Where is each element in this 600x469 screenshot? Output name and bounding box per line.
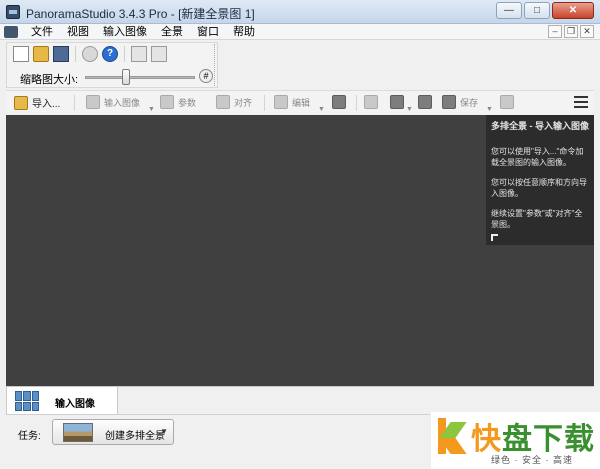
task-label: 任务:	[18, 431, 41, 442]
import-button[interactable]: 导入...	[14, 95, 60, 110]
task-dropdown[interactable]: 创建多排全景 ▼	[52, 419, 174, 445]
close-button[interactable]: ✕	[552, 2, 594, 19]
title-bar: PanoramaStudio 3.4.3 Pro - [新建全景图 1] — □…	[0, 0, 600, 24]
edit-button[interactable]: 编辑	[274, 95, 310, 109]
save-panorama-button[interactable]: 保存	[442, 95, 478, 109]
watermark-logo-icon	[435, 416, 467, 456]
menu-file[interactable]: 文件	[24, 25, 60, 39]
separator	[124, 46, 125, 62]
separator	[356, 95, 357, 111]
collapse-corner-icon[interactable]	[491, 234, 498, 241]
quick-access-toolbar: ? 缩略图大小: #	[6, 42, 218, 88]
doc-restore-button[interactable]: ❐	[564, 25, 578, 38]
open-folder-icon[interactable]	[33, 46, 49, 62]
parameters-button[interactable]: 参数	[160, 95, 196, 109]
input-images-button[interactable]: 输入图像	[86, 95, 140, 109]
toolbar-grip[interactable]	[214, 44, 217, 86]
site-watermark: 快盘下载 绿色 · 安全 · 高速	[430, 412, 600, 469]
panorama-thumbnail-icon	[63, 423, 93, 442]
help-panel: 多排全景 - 导入输入图像 您可以使用"导入..."命令加载全景图的输入图像。 …	[486, 115, 594, 245]
parameters-label: 参数	[178, 97, 197, 108]
import-label: 导入...	[32, 99, 61, 110]
chevron-down-icon[interactable]: ▼	[406, 106, 413, 113]
chevron-down-icon[interactable]: ▼	[486, 106, 493, 113]
print-button[interactable]	[500, 95, 514, 109]
edit-icon	[274, 95, 288, 109]
menu-input-images[interactable]: 输入图像	[96, 25, 154, 39]
export-button[interactable]	[364, 95, 378, 109]
new-file-icon[interactable]	[13, 46, 29, 62]
quick-icons-row: ?	[13, 46, 167, 62]
chevron-down-icon[interactable]: ▼	[148, 106, 155, 113]
save-label: 保存	[460, 97, 479, 108]
help-paragraph-order: 您可以按任意顺序和方向导入图像。	[491, 178, 587, 198]
align-button[interactable]: 对齐	[216, 95, 252, 109]
document-icon[interactable]	[4, 26, 18, 38]
save-icon	[442, 95, 456, 109]
hash-icon[interactable]: #	[199, 69, 213, 83]
render-icon	[418, 95, 432, 109]
tab-input-images[interactable]: 输入图像	[6, 387, 118, 416]
input-images-icon	[86, 95, 100, 109]
menu-help[interactable]: 帮助	[226, 25, 262, 39]
align-label: 对齐	[234, 97, 253, 108]
thumbnail-size-slider-handle[interactable]	[122, 69, 130, 85]
print-icon	[500, 95, 514, 109]
menu-bar: 文件 视图 输入图像 全景 窗口 帮助 – ❐ ✕	[0, 24, 600, 40]
task-selected-value: 创建多排全景	[105, 431, 165, 442]
menu-panorama[interactable]: 全景	[154, 25, 190, 39]
crop-button[interactable]	[332, 95, 346, 109]
doc-close-button[interactable]: ✕	[580, 25, 594, 38]
chevron-down-icon[interactable]: ▼	[318, 106, 325, 113]
crop-icon	[332, 95, 346, 109]
info-icon[interactable]	[82, 46, 98, 62]
align-icon	[216, 95, 230, 109]
thumbnail-size-slider[interactable]	[85, 76, 195, 79]
menu-items: 文件 视图 输入图像 全景 窗口 帮助	[24, 25, 262, 39]
render-button[interactable]	[418, 95, 432, 109]
view-tab-strip: 输入图像	[6, 386, 594, 416]
help-icon[interactable]: ?	[102, 46, 118, 62]
export-icon	[364, 95, 378, 109]
image-grid-icon	[15, 391, 39, 411]
document-window-controls: – ❐ ✕	[548, 25, 594, 38]
edit-label: 编辑	[292, 97, 311, 108]
menu-view[interactable]: 视图	[60, 25, 96, 39]
main-toolbar: 导入... 输入图像 ▼ 参数 对齐 编辑 ▼ ▼ 保存 ▼	[6, 90, 594, 114]
window-title: PanoramaStudio 3.4.3 Pro - [新建全景图 1]	[26, 7, 255, 21]
hamburger-menu-icon[interactable]	[574, 96, 588, 108]
help-paragraph-import: 您可以使用"导入..."命令加载全景图的输入图像。	[491, 147, 584, 167]
chevron-down-icon: ▼	[160, 427, 168, 436]
minimize-button[interactable]: —	[496, 2, 522, 19]
input-images-label: 输入图像	[104, 97, 141, 108]
import-icon	[14, 95, 28, 110]
image-workspace[interactable]: 多排全景 - 导入输入图像 您可以使用"导入..."命令加载全景图的输入图像。 …	[6, 115, 594, 386]
window-controls: — □ ✕	[496, 2, 594, 19]
layout-icon	[390, 95, 404, 109]
parameters-icon	[160, 95, 174, 109]
separator	[74, 95, 75, 111]
layout-button[interactable]	[390, 95, 404, 109]
help-paragraph-next: 继续设置"参数"或"对齐"全景图。	[491, 209, 583, 229]
paste-icon[interactable]	[151, 46, 167, 62]
doc-minimize-button[interactable]: –	[548, 25, 562, 38]
watermark-title: 快盘下载	[471, 422, 595, 457]
separator	[75, 46, 76, 62]
app-icon[interactable]	[6, 5, 20, 19]
maximize-button[interactable]: □	[524, 2, 550, 19]
thumbnail-size-label: 缩略图大小:	[20, 74, 79, 86]
copy-icon[interactable]	[131, 46, 147, 62]
tab-input-images-label: 输入图像	[55, 399, 95, 410]
menu-window[interactable]: 窗口	[190, 25, 226, 39]
save-icon[interactable]	[53, 46, 69, 62]
help-panel-title: 多排全景 - 导入输入图像	[491, 121, 589, 131]
watermark-subtitle: 绿色 · 安全 · 高速	[491, 455, 573, 465]
separator	[264, 95, 265, 111]
